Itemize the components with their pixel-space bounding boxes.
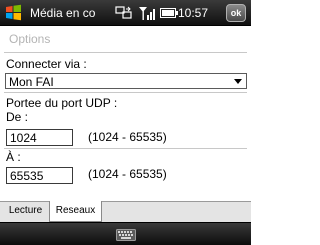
battery-icon[interactable] [160,8,178,18]
app-title[interactable]: Média en co [30,6,95,20]
connect-via-value: Mon FAI [9,75,54,89]
tab-lecture[interactable]: Lecture [2,201,49,222]
page-title: Options [9,32,51,46]
connect-via-label: Connecter via : [6,57,87,71]
windows-start-icon[interactable] [5,4,22,21]
to-port-input[interactable]: 65535 [6,167,73,184]
udp-port-range-label: Portee du port UDP : [6,96,118,110]
status-bar: Média en co 10:57 ok [0,0,251,26]
section-divider [4,92,247,93]
connect-via-select[interactable]: Mon FAI [5,73,247,89]
chevron-down-icon [234,79,242,84]
from-divider [4,148,247,149]
tab-reseaux[interactable]: Reseaux [49,201,102,222]
from-label: De : [6,110,29,124]
from-port-value: 1024 [10,131,37,145]
header-divider [4,52,247,53]
to-label: À : [6,150,21,164]
to-range-hint: (1024 - 65535) [88,167,167,181]
ok-button[interactable]: ok [226,4,246,22]
signal-icon[interactable] [138,5,156,21]
keyboard-icon[interactable] [116,229,136,241]
from-port-input[interactable]: 1024 [6,129,73,146]
tab-strip: Lecture Reseaux [0,201,251,222]
page-header: Options [0,27,251,52]
clock[interactable]: 10:57 [178,6,208,20]
connection-icon[interactable] [115,6,133,20]
to-port-value: 65535 [10,169,44,183]
softkey-bar [0,222,251,245]
from-range-hint: (1024 - 65535) [88,130,167,144]
